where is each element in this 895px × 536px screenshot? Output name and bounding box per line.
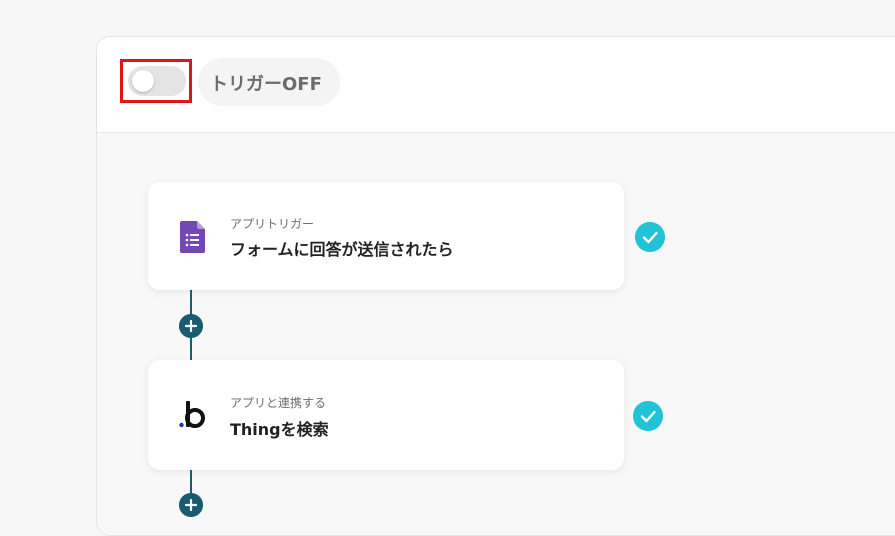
- step-type-label: アプリと連携する: [230, 396, 327, 410]
- flow-step-action[interactable]: アプリと連携する Thingを検索: [148, 360, 624, 470]
- flow-step-trigger[interactable]: アプリトリガー フォームに回答が送信されたら: [148, 182, 624, 290]
- add-step-button[interactable]: [179, 314, 203, 338]
- toggle-highlight-box: [120, 59, 192, 103]
- add-step-button[interactable]: [179, 493, 203, 517]
- step-title: フォームに回答が送信されたら: [230, 240, 454, 259]
- step-type-label: アプリトリガー: [230, 217, 315, 231]
- bubble-icon: [179, 401, 205, 428]
- google-forms-icon: [180, 221, 205, 253]
- check-icon: [635, 222, 665, 252]
- trigger-status-label: トリガーOFF: [210, 74, 322, 95]
- step-title: Thingを検索: [230, 420, 329, 439]
- check-icon: [633, 401, 663, 431]
